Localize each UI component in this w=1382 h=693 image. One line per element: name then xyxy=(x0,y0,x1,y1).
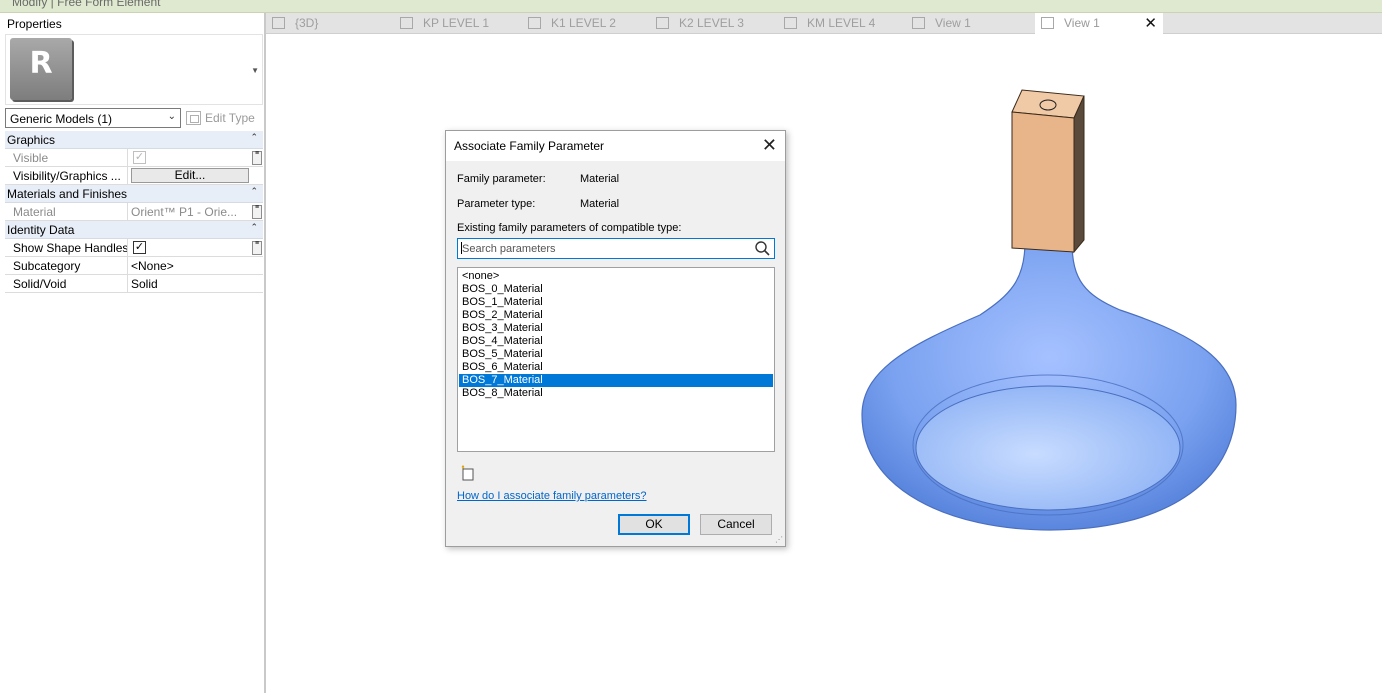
properties-title: Properties xyxy=(7,17,62,31)
collapse-icon[interactable]: ⌃ xyxy=(250,222,258,233)
type-filter-value: Generic Models (1) xyxy=(10,112,113,126)
view-tab-label: {3D} xyxy=(295,16,319,30)
ok-button[interactable]: OK xyxy=(618,514,690,535)
view-tab[interactable]: {3D} xyxy=(266,13,318,34)
view-tab[interactable]: K1 LEVEL 2 xyxy=(522,13,616,34)
close-tab-icon[interactable]: ✕ xyxy=(1144,14,1157,32)
3d-model-viewport[interactable] xyxy=(840,80,1260,550)
new-parameter-icon[interactable] xyxy=(460,465,476,481)
list-item[interactable]: BOS_5_Material xyxy=(459,348,773,361)
property-group-header[interactable]: Materials and Finishes ⌃ xyxy=(5,185,263,203)
list-item[interactable]: BOS_0_Material xyxy=(459,283,773,296)
view-tab-label: KP LEVEL 1 xyxy=(423,16,490,30)
property-name: Solid/Void xyxy=(5,275,128,292)
ribbon-context-strip: Modify | Free Form Element xyxy=(0,0,1382,13)
view-tab[interactable]: KM LEVEL 4 xyxy=(778,13,875,34)
property-row[interactable]: Visible ✓ ≡ xyxy=(5,149,263,167)
property-value: Orient™ P1 - Orie... xyxy=(131,205,238,219)
property-group-name: Materials and Finishes xyxy=(7,187,128,201)
view-tab[interactable]: KP LEVEL 1 xyxy=(394,13,489,34)
type-preview[interactable]: R ▼ xyxy=(5,34,263,105)
property-group-name: Identity Data xyxy=(7,223,75,237)
property-name: Visibility/Graphics ... xyxy=(5,167,128,184)
associate-family-parameter-dialog: Associate Family Parameter ✕ Family para… xyxy=(445,130,786,547)
search-input[interactable]: Search parameters xyxy=(457,238,775,259)
floor-plan-icon xyxy=(656,17,669,29)
list-item[interactable]: BOS_7_Material xyxy=(459,374,773,387)
block-front xyxy=(1011,111,1075,253)
parameter-type-value: Material xyxy=(580,198,620,210)
property-row[interactable]: Visibility/Graphics ... Edit... xyxy=(5,167,263,185)
parameter-list[interactable]: <none> BOS_0_Material BOS_1_Material BOS_2_… xyxy=(457,267,775,452)
chevron-down-icon: ⌄ xyxy=(167,111,176,122)
resize-grip-icon[interactable]: ⋰ xyxy=(775,535,783,544)
dialog-title-bar: Associate Family Parameter ✕ xyxy=(446,131,785,161)
property-value[interactable]: Solid xyxy=(129,275,251,292)
list-item[interactable]: BOS_4_Material xyxy=(459,335,773,348)
search-icon[interactable] xyxy=(754,240,771,257)
view-tab-label: View 1 xyxy=(1064,16,1100,30)
edit-type-button[interactable]: Edit Type xyxy=(186,108,255,128)
list-item[interactable]: BOS_6_Material xyxy=(459,361,773,374)
floor-plan-icon xyxy=(784,17,797,29)
property-name: Visible xyxy=(5,149,128,166)
type-filter-select[interactable]: Generic Models (1) ⌄ xyxy=(5,108,181,128)
property-name: Material xyxy=(5,203,128,220)
dialog-title: Associate Family Parameter xyxy=(454,139,605,153)
search-placeholder: Search parameters xyxy=(462,243,556,255)
edit-type-label: Edit Type xyxy=(205,111,255,125)
ribbon-context-label: Modify | Free Form Element xyxy=(12,0,161,9)
edit-button[interactable]: Edit... xyxy=(131,168,249,183)
property-checkbox[interactable]: ✓ xyxy=(133,241,146,254)
bowl-inner xyxy=(915,385,1181,511)
properties-table: Graphics ⌃ Visible ✓ ≡ Visibility/Graphics ..… xyxy=(5,131,263,293)
property-group-header[interactable]: Identity Data ⌃ xyxy=(5,221,263,239)
list-item[interactable]: <none> xyxy=(459,270,773,283)
property-row[interactable]: Subcategory <None> xyxy=(5,257,263,275)
edit-type-icon xyxy=(186,111,201,125)
property-group-header[interactable]: Graphics ⌃ xyxy=(5,131,263,149)
associate-parameter-button[interactable]: ≡ xyxy=(252,204,262,219)
3d-view-icon xyxy=(1041,17,1054,29)
property-checkbox: ✓ xyxy=(133,151,146,164)
view-tab-label: KM LEVEL 4 xyxy=(807,16,876,30)
property-row[interactable]: Show Shape Handles ✓ ≡ xyxy=(5,239,263,257)
list-item[interactable]: BOS_1_Material xyxy=(459,296,773,309)
view-tab-label: View 1 xyxy=(935,16,971,30)
3d-view-icon xyxy=(912,17,925,29)
family-parameter-label: Family parameter: xyxy=(457,173,546,185)
family-parameter-value: Material xyxy=(580,173,620,185)
revit-logo-icon: R xyxy=(10,38,72,100)
floor-plan-icon xyxy=(400,17,413,29)
property-row[interactable]: Solid/Void Solid xyxy=(5,275,263,293)
property-value[interactable]: <None> xyxy=(129,257,251,274)
property-group-name: Graphics xyxy=(7,133,56,147)
property-name: Subcategory xyxy=(5,257,128,274)
close-icon[interactable]: ✕ xyxy=(762,135,777,156)
list-item[interactable]: BOS_8_Material xyxy=(459,387,773,400)
properties-palette: Properties R ▼ Generic Models (1) ⌄ Edit… xyxy=(0,13,266,693)
property-row[interactable]: Material Orient™ P1 - Orie... ≡ xyxy=(5,203,263,221)
view-tab[interactable]: View 1 xyxy=(906,13,971,34)
parameter-type-label: Parameter type: xyxy=(457,198,536,210)
view-tab-label: K2 LEVEL 3 xyxy=(679,16,744,30)
block-side xyxy=(1073,95,1085,254)
associate-parameter-button[interactable]: ≡ xyxy=(252,240,262,255)
existing-parameters-label: Existing family parameters of compatible… xyxy=(457,222,682,234)
list-item[interactable]: BOS_3_Material xyxy=(459,322,773,335)
view-tab-bar: {3D} KP LEVEL 1 K1 LEVEL 2 K2 LEVEL 3 KM LEV… xyxy=(266,13,1382,34)
type-dropdown-caret-icon[interactable]: ▼ xyxy=(251,66,259,75)
associate-parameter-button[interactable]: ≡ xyxy=(252,150,262,165)
view-tab[interactable]: K2 LEVEL 3 xyxy=(650,13,744,34)
property-name: Show Shape Handles xyxy=(5,239,128,256)
view-tab-label: K1 LEVEL 2 xyxy=(551,16,616,30)
cancel-button[interactable]: Cancel xyxy=(700,514,772,535)
3d-view-icon xyxy=(272,17,285,29)
collapse-icon[interactable]: ⌃ xyxy=(250,132,258,143)
floor-plan-icon xyxy=(528,17,541,29)
list-item[interactable]: BOS_2_Material xyxy=(459,309,773,322)
view-tab[interactable]: View 1 ✕ xyxy=(1035,13,1163,34)
collapse-icon[interactable]: ⌃ xyxy=(250,186,258,197)
help-link[interactable]: How do I associate family parameters? xyxy=(457,490,647,502)
